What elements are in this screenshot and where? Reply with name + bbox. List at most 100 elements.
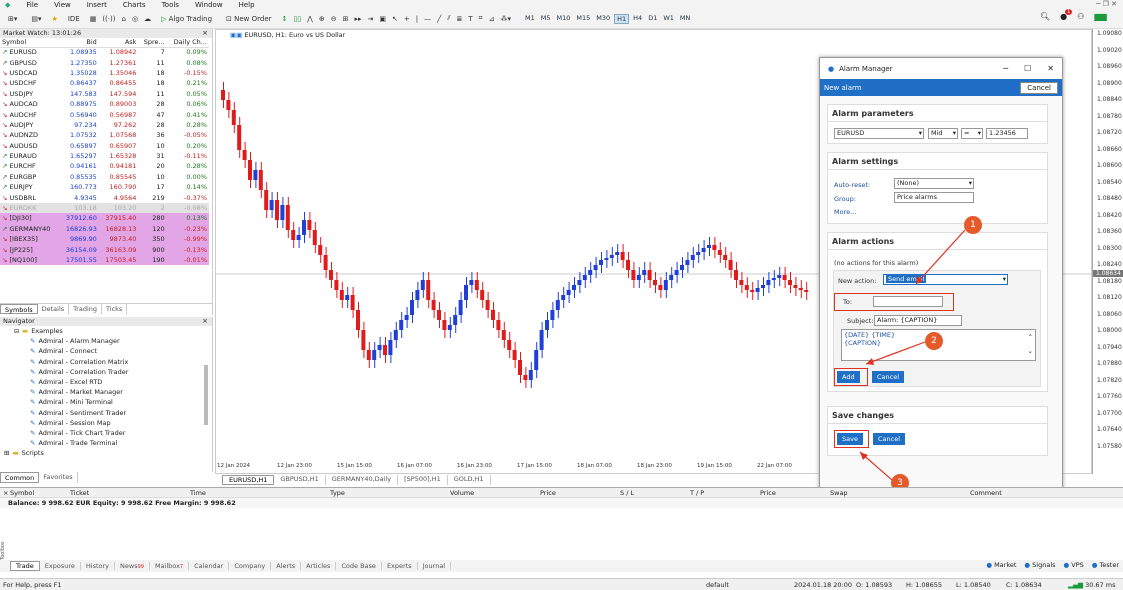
tab-trade[interactable]: Trade (10, 561, 40, 571)
cancel-top-button[interactable]: Cancel (1020, 81, 1058, 94)
signals-icon[interactable]: ◎ (132, 12, 138, 26)
algo-trading-button[interactable]: ▷ Algo Trading (157, 12, 216, 26)
terminal-column-header[interactable]: Type (330, 489, 450, 497)
zoom-out-icon[interactable]: ⊖ (331, 12, 337, 26)
symbol-row[interactable]: ↘ USDCHF 0.86437 0.86455 18 0.21% (0, 78, 209, 88)
symbol-select[interactable]: EURUSD ▾ (834, 128, 924, 139)
symbol-row[interactable]: ↘ EURDKK 103.18 103.20 2 -0.08% (0, 202, 209, 214)
timeframe-mn[interactable]: MN (678, 14, 692, 24)
symbol-row[interactable]: ↘ [DJI30] 37912.60 37915.40 280 0.13% (0, 213, 209, 224)
status-profile[interactable]: default (706, 581, 794, 589)
column-header[interactable]: Daily Ch... (166, 38, 209, 48)
tab-trading[interactable]: Trading (69, 304, 103, 314)
terminal-column-header[interactable]: Price (540, 489, 620, 497)
profiles-icon[interactable]: ▤▾ (27, 12, 45, 26)
navigator-item[interactable]: ✎ Admiral - Trade Terminal (0, 438, 212, 448)
signals-link[interactable]: ● Signals (1024, 561, 1055, 569)
notification-icon[interactable]: ● 1 (1060, 9, 1073, 21)
symbol-row[interactable]: ↘ USDJPY 147.583 147.594 11 0.05% (0, 89, 209, 99)
tab-experts[interactable]: Experts (382, 562, 418, 570)
navigator-item[interactable]: ✎ Admiral - Sentiment Trader (0, 408, 212, 418)
symbol-row[interactable]: ↗ EURUSD 1.08935 1.08942 7 0.09% (0, 47, 209, 57)
timeframe-m30[interactable]: M30 (594, 14, 612, 24)
tab-ticks[interactable]: Ticks (102, 304, 128, 314)
terminal-column-header[interactable]: Volume (450, 489, 540, 497)
tab-details[interactable]: Details (38, 304, 70, 314)
add-action-button[interactable]: Add (837, 371, 860, 383)
timeframe-h1[interactable]: H1 (614, 13, 630, 24)
rect-icon[interactable]: ⌗ (479, 12, 483, 26)
navigator-item[interactable]: ✎ Admiral - Mini Terminal (0, 397, 212, 407)
depth-icon[interactable]: ↕ (282, 12, 288, 26)
chart-tab[interactable]: EURUSD,H1 (222, 475, 275, 485)
subject-input[interactable]: Alarm: {CAPTION} (874, 315, 962, 326)
symbol-row[interactable]: ↘ AUDUSD 0.65897 0.65907 10 0.20% (0, 141, 209, 151)
symbol-row[interactable]: ↗ GBPUSD 1.27350 1.27361 11 0.08% (0, 57, 209, 67)
tester-link[interactable]: ● Tester (1092, 561, 1119, 569)
column-header[interactable]: Symbol (0, 38, 60, 48)
symbol-row[interactable]: ↗ EURCHF 0.94161 0.94181 20 0.28% (0, 161, 209, 171)
navigator-item[interactable]: ✎ Admiral - Correlation Trader (0, 367, 212, 377)
tab-mailbox[interactable]: Mailbox7 (150, 562, 190, 570)
toolbox-label[interactable]: Toolbox (0, 535, 8, 560)
tab-exposure[interactable]: Exposure (40, 562, 81, 570)
vps-link[interactable]: ● VPS (1064, 561, 1084, 569)
window-controls[interactable]: ─ ❐ ✕ (1096, 0, 1117, 8)
close-icon[interactable]: × (202, 317, 208, 325)
scroll-up-icon[interactable]: ⌃ (1028, 333, 1033, 341)
symbol-row[interactable]: ↘ [IBEX35] 9869.90 9873.40 350 -0.99% (0, 234, 209, 245)
menu-tools[interactable]: Tools (162, 1, 179, 9)
navigator-item[interactable]: ✎ Admiral - Correlation Matrix (0, 357, 212, 367)
tab-alerts[interactable]: Alerts (271, 562, 302, 570)
arrow-icon[interactable]: ⊿ (489, 12, 495, 26)
symbol-row[interactable]: ↘ AUDCAD 0.88975 0.89003 28 0.06% (0, 99, 209, 109)
more-link[interactable]: More... (834, 208, 856, 216)
terminal-column-header[interactable]: T / P (690, 489, 760, 497)
search-icon[interactable]: 🔍︎ (1040, 12, 1050, 21)
connection-icon[interactable]: ▆▆ (1094, 12, 1106, 21)
zoom-in-icon[interactable]: ⊕ (319, 12, 325, 26)
maximize-icon[interactable]: ☐ (1024, 64, 1031, 73)
autoscroll-icon[interactable]: ▸▸ (354, 12, 361, 26)
account-icon[interactable]: ⚇ (1077, 12, 1084, 21)
channel-icon[interactable]: ⫽ (447, 12, 450, 26)
crosshair-icon[interactable]: + (404, 12, 410, 26)
tab-company[interactable]: Company (229, 562, 272, 570)
symbol-row[interactable]: ↘ AUDJPY 97.234 97.262 28 0.28% (0, 120, 209, 130)
grid-icon[interactable]: ⊞ (343, 12, 349, 26)
cursor-icon[interactable]: ↖ (392, 12, 398, 26)
save-button[interactable]: Save (837, 433, 863, 445)
timeframe-m10[interactable]: M10 (554, 14, 572, 24)
fibo-icon[interactable]: ≣ (456, 12, 462, 26)
navigator-scripts[interactable]: ⊞ ▬ Scripts (0, 448, 212, 458)
navigator-scrollbar[interactable] (204, 365, 208, 425)
shapes-icon[interactable]: ⁂▾ (500, 12, 511, 26)
column-header[interactable]: Bid (59, 38, 99, 48)
hline-icon[interactable]: — (424, 12, 431, 26)
column-header[interactable]: Spre... (138, 38, 167, 48)
text-icon[interactable]: T (468, 12, 472, 26)
chart-tab[interactable]: GERMANY40,Daily (326, 475, 399, 485)
screenshot-icon[interactable]: ▣ (379, 12, 386, 26)
navigator-item[interactable]: ✎ Admiral - Market Manager (0, 387, 212, 397)
to-input[interactable] (873, 296, 943, 307)
symbol-row[interactable]: ↗ GERMANY40 16826.93 16828.13 120 -0.23% (0, 223, 209, 235)
close-icon[interactable]: × (202, 29, 208, 37)
symbol-row[interactable]: ↗ EURGBP 0.85535 0.85545 10 0.00% (0, 172, 209, 182)
close-icon[interactable]: ✕ (1047, 64, 1054, 73)
symbol-row[interactable]: ↘ USDCAD 1.35028 1.35046 18 -0.15% (0, 68, 209, 78)
tab-articles[interactable]: Articles (301, 562, 337, 570)
terminal-column-header[interactable]: Price (760, 489, 830, 497)
bars-icon[interactable]: ▯▯ (293, 12, 301, 26)
group-input[interactable]: Price alarms (894, 192, 974, 203)
shift-icon[interactable]: ⇥ (368, 12, 374, 26)
terminal-column-header[interactable]: Swap (830, 489, 970, 497)
chart-tab[interactable]: GBPUSD,H1 (274, 475, 326, 485)
symbol-row[interactable]: ↗ EURAUD 1.65297 1.65328 31 -0.11% (0, 151, 209, 161)
column-header[interactable]: Ask (98, 38, 139, 48)
minimize-icon[interactable]: ─ (1003, 64, 1008, 73)
price-type-select[interactable]: Mid ▾ (928, 128, 958, 139)
timeframe-d1[interactable]: D1 (646, 14, 659, 24)
new-order-button[interactable]: ⊡ New Order (222, 12, 275, 26)
favorites-icon[interactable]: ★ (52, 12, 58, 26)
